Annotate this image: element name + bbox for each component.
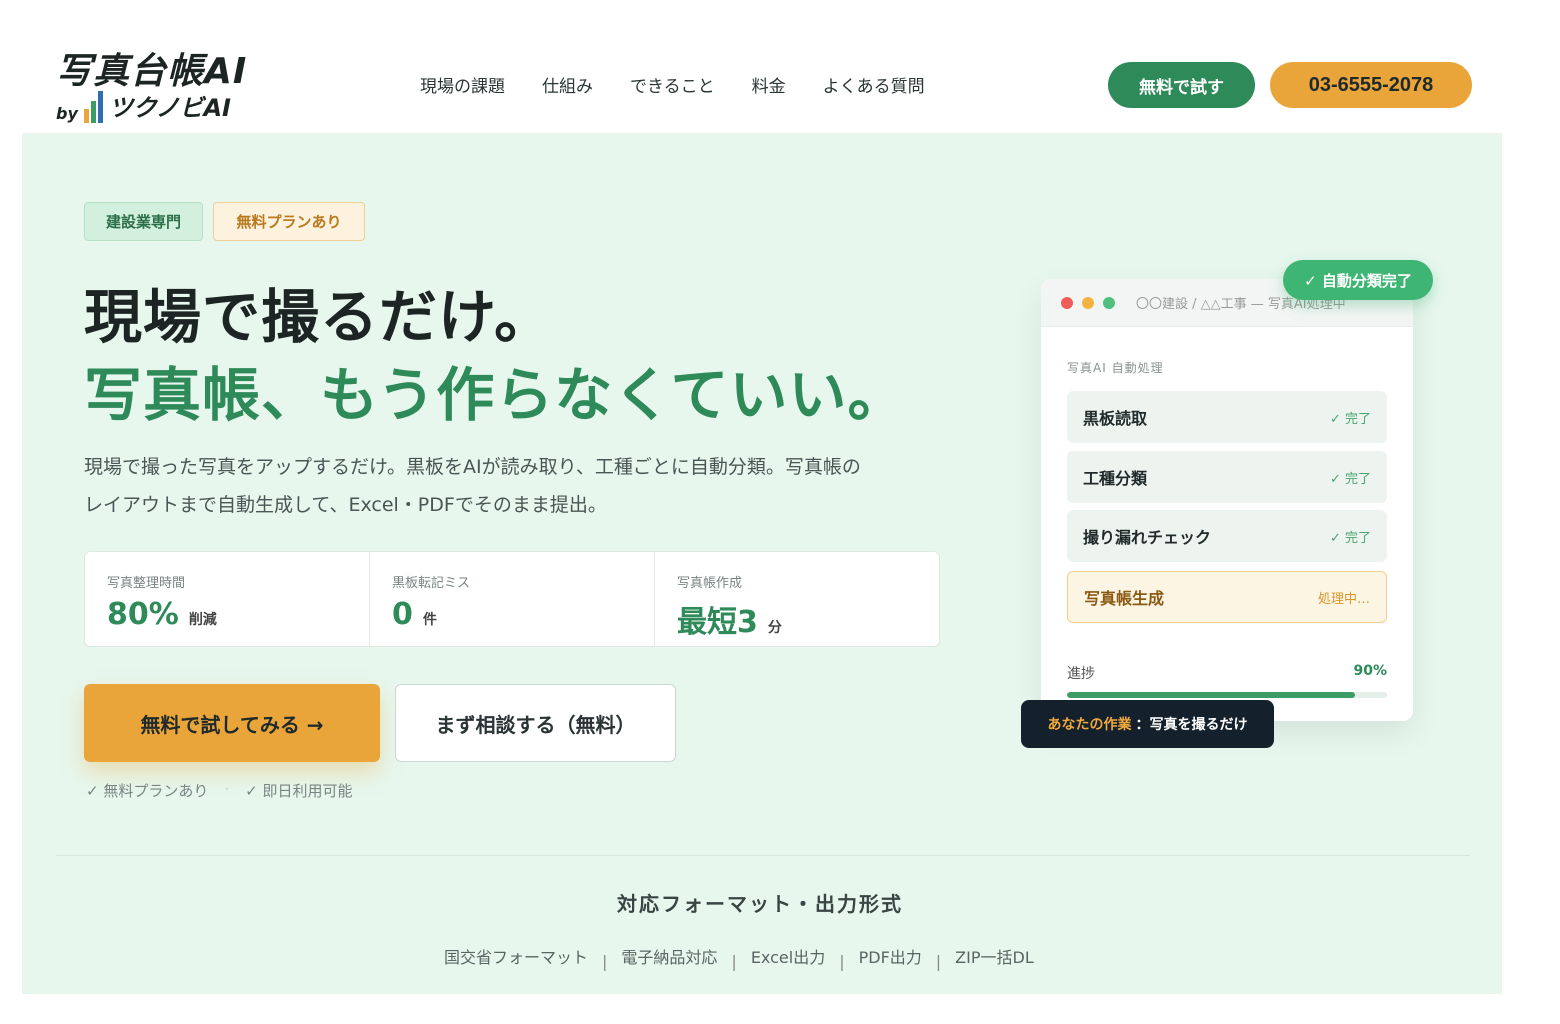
step-label: 工種分類 — [1083, 469, 1148, 488]
logo-title[interactable]: 写真台帳AI — [56, 42, 247, 94]
nav-item-issues[interactable]: 現場の課題 — [420, 72, 505, 97]
step-status: 処理中… — [1317, 591, 1370, 607]
logo-bar — [97, 91, 103, 123]
step-label: 撮り漏れチェック — [1083, 528, 1212, 547]
stat-value: 0 — [392, 597, 413, 632]
note-separator: · — [224, 780, 230, 798]
formats-list: 国交省フォーマット | 電子納品対応 | Excel出力 | PDF出力 | Z… — [444, 940, 1034, 972]
formats-title: 対応フォーマット・出力形式 — [617, 892, 903, 916]
window-dot-icon — [1103, 296, 1115, 309]
cta-notes: ✓ 無料プランあり · ✓ 即日利用可能 — [86, 780, 352, 801]
progress-bar — [1067, 692, 1387, 698]
your-task-text: ：写真を撮るだけ — [1135, 717, 1248, 733]
stat-item: 写真帳作成 最短3 分 — [655, 552, 939, 646]
try-free-button[interactable]: 無料で試す — [1108, 62, 1255, 108]
step-status: ✓ 完了 — [1329, 530, 1371, 546]
note-free-plan: ✓ 無料プランあり — [86, 782, 209, 800]
try-free-cta-button[interactable]: 無料で試してみる → — [84, 684, 380, 762]
stat-unit: 件 — [422, 612, 437, 628]
hero-headline-1: 現場で撮るだけ。 — [84, 283, 554, 351]
window-dot-icon — [1061, 296, 1073, 309]
logo-bar — [83, 109, 89, 123]
nav-item-mechanism[interactable]: 仕組み — [542, 72, 593, 97]
logo-bars-icon — [83, 89, 103, 123]
step-row: 黒板読取 ✓ 完了 — [1067, 391, 1387, 443]
step-status: ✓ 完了 — [1329, 471, 1371, 487]
format-item: 国交省フォーマット — [444, 947, 589, 967]
nav-item-faq[interactable]: よくある質問 — [823, 72, 925, 97]
your-task-highlight: あなたの作業 — [1047, 717, 1132, 733]
note-same-day: ✓ 即日利用可能 — [245, 782, 353, 800]
format-item: PDF出力 — [858, 947, 922, 967]
stat-unit: 分 — [767, 620, 782, 636]
progress-value: 90% — [1353, 663, 1387, 679]
stat-value: 80% — [107, 597, 179, 632]
nav-item-features[interactable]: できること — [630, 72, 715, 97]
nav-item-pricing[interactable]: 料金 — [752, 72, 786, 97]
construction-tag: 建設業専門 — [84, 202, 203, 241]
format-item: 電子納品対応 — [621, 947, 718, 967]
progress-row: 進捗 90% — [1067, 663, 1387, 683]
stat-label: 写真帳作成 — [677, 576, 743, 591]
description-line-1: 現場で撮った写真をアップするだけ。黒板をAIが読み取り、工種ごとに自動分類。写真… — [84, 456, 861, 478]
consult-cta-button[interactable]: まず相談する（無料） — [395, 684, 676, 762]
step-label: 黒板読取 — [1083, 409, 1148, 428]
logo-company: ツクノビAI — [108, 94, 231, 122]
progress-label: 進捗 — [1067, 666, 1095, 682]
format-separator: | — [602, 952, 608, 971]
stat-unit: 削減 — [188, 612, 217, 628]
mock-subtitle: 写真AI 自動処理 — [1067, 361, 1164, 375]
logo-bar — [90, 101, 96, 123]
phone-button[interactable]: 03-6555-2078 — [1270, 62, 1472, 108]
step-label: 写真帳生成 — [1084, 589, 1165, 608]
logo-by: by — [56, 104, 78, 123]
step-status: ✓ 完了 — [1329, 411, 1371, 427]
hero-headline-2: 写真帳、もう作らなくていい。 — [84, 361, 907, 429]
free-plan-tag: 無料プランあり — [213, 202, 365, 241]
stat-value: 最短3 — [677, 605, 758, 640]
description-line-2: レイアウトまで自動生成して、Excel・PDFでそのまま提出。 — [84, 494, 607, 516]
step-row: 撮り漏れチェック ✓ 完了 — [1067, 510, 1387, 562]
stat-label: 黒板転記ミス — [392, 576, 471, 591]
format-separator: | — [839, 952, 845, 971]
logo-byline[interactable]: by ツクノビAI — [56, 88, 231, 123]
format-item: ZIP一括DL — [955, 947, 1034, 967]
step-row-active: 写真帳生成 処理中… — [1067, 571, 1387, 623]
format-separator: | — [935, 952, 942, 971]
hero-description: 現場で撮った写真をアップするだけ。黒板をAIが読み取り、工種ごとに自動分類。写真… — [84, 448, 944, 524]
step-row: 工種分類 ✓ 完了 — [1067, 451, 1387, 503]
progress-fill — [1067, 692, 1355, 698]
stat-item: 黒板転記ミス 0件 — [370, 552, 655, 646]
format-item: Excel出力 — [750, 947, 826, 967]
format-separator: | — [731, 952, 737, 971]
processing-mock-window: 〇〇建設 / △△工事 — 写真AI処理中 写真AI 自動処理 黒板読取 ✓ 完… — [1041, 279, 1413, 721]
main-nav: 現場の課題 仕組み できること 料金 よくある質問 — [420, 72, 925, 97]
your-task-badge: あなたの作業 ：写真を撮るだけ — [1021, 700, 1274, 748]
window-dot-icon — [1082, 296, 1094, 309]
stat-item: 写真整理時間 80% 削減 — [85, 552, 370, 646]
auto-classified-badge: ✓ 自動分類完了 — [1283, 260, 1433, 300]
section-divider — [56, 855, 1470, 856]
stats-panel: 写真整理時間 80% 削減 黒板転記ミス 0件 写真帳作成 最短3 分 — [84, 551, 940, 647]
stat-label: 写真整理時間 — [107, 576, 186, 591]
